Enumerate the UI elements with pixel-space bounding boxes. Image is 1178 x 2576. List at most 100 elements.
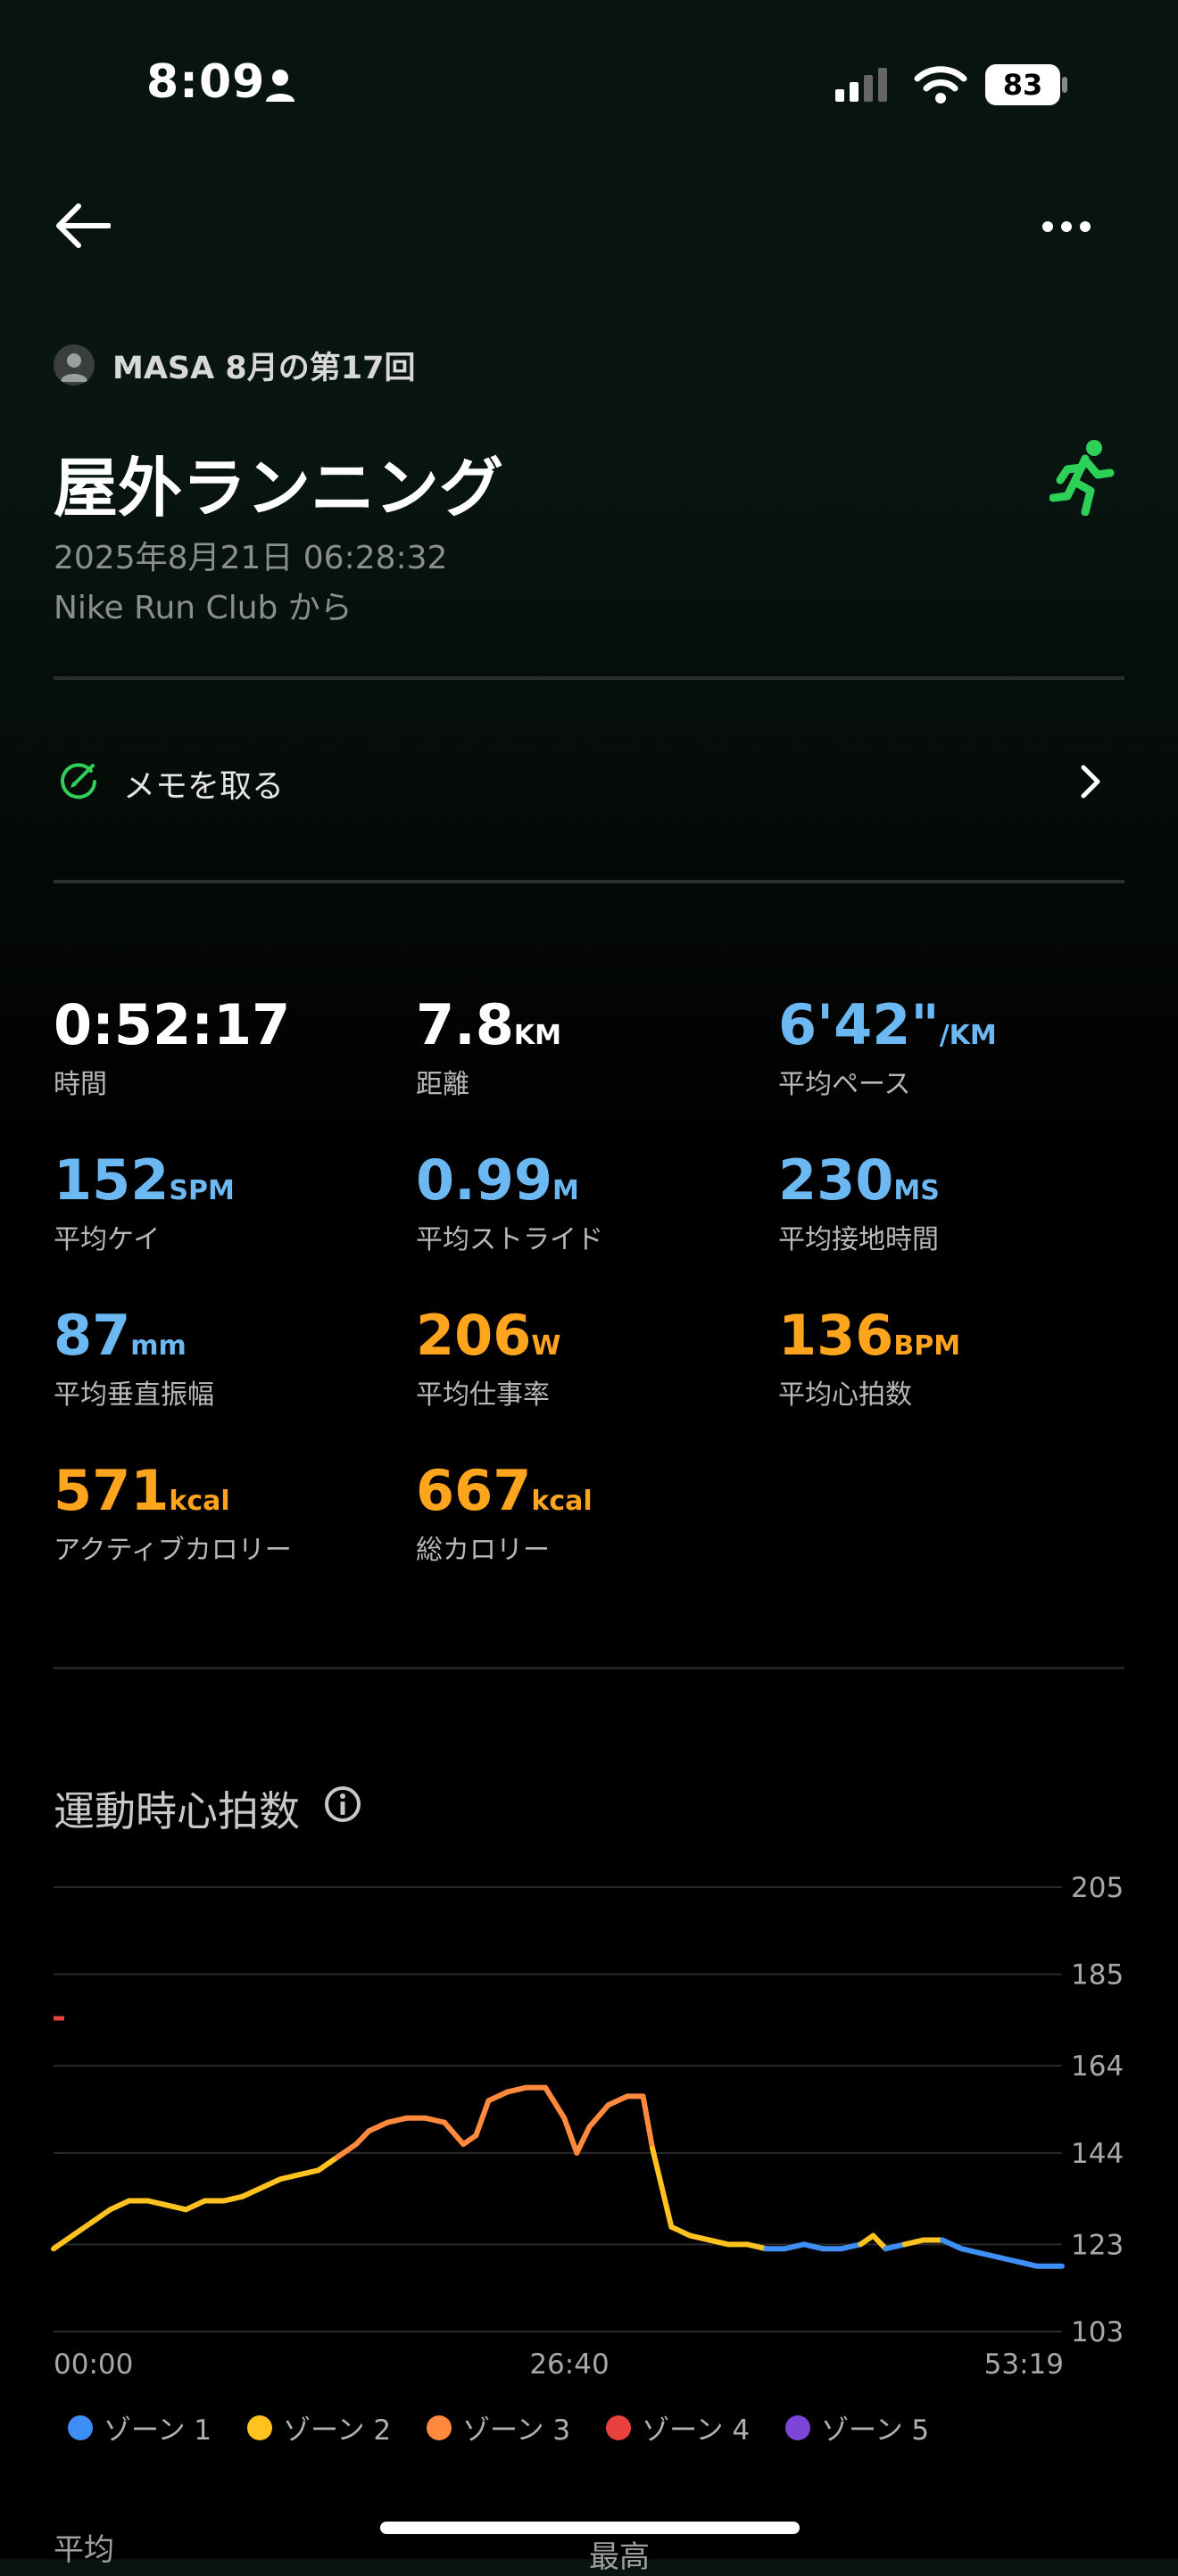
stat-number: 136: [778, 1303, 894, 1368]
stat-item: 667kcal 総カロリー: [416, 1463, 593, 1567]
stat-unit: BPM: [893, 1330, 961, 1362]
stat-unit: MS: [893, 1175, 940, 1206]
y-tick-label: 123: [1071, 2229, 1124, 2261]
divider: [54, 1667, 1124, 1669]
heart-rate-segment: [958, 2246, 983, 2257]
stat-label: 平均ケイ: [54, 1224, 161, 1255]
y-tick-label: 164: [1071, 2050, 1124, 2083]
heart-rate-segment: [504, 2084, 529, 2095]
zone-color-dot: [427, 2414, 452, 2440]
heart-rate-segment: [422, 2115, 448, 2125]
y-tick-label: 144: [1071, 2138, 1124, 2170]
home-indicator[interactable]: [380, 2522, 800, 2534]
stat-value: 230MS: [778, 1153, 940, 1208]
stat-number: 0:52:17: [54, 992, 291, 1057]
heart-rate-segment: [561, 2115, 580, 2156]
stat-value: 0.99M: [416, 1153, 603, 1208]
legend-label: ゾーン 5: [821, 2414, 930, 2447]
heart-rate-segment: [278, 2172, 303, 2183]
heart-rate-segment: [687, 2232, 712, 2243]
stat-value: 571kcal: [54, 1463, 292, 1519]
stat-number: 6'42": [778, 992, 940, 1057]
more-options-icon[interactable]: [1042, 221, 1091, 232]
back-arrow-icon[interactable]: [55, 203, 111, 248]
stat-unit: /KM: [939, 1020, 997, 1051]
legend-label: ゾーン 1: [104, 2414, 212, 2447]
legend-item: ゾーン 5: [785, 2407, 929, 2448]
heart-rate-chart: 205 185 164 144 123 103 00:00 26:40 53:19: [51, 1872, 1124, 2381]
heart-rate-segment: [473, 2098, 492, 2139]
stat-label: 平均仕事率: [416, 1379, 550, 1411]
stat-item: 136BPM 平均心拍数: [778, 1308, 960, 1412]
stat-label: 総カロリー: [416, 1535, 550, 1566]
stat-unit: KM: [513, 1020, 561, 1051]
heart-rate-segment: [485, 2089, 510, 2104]
stat-label: 平均ペース: [778, 1069, 911, 1100]
x-tick-label: 26:40: [529, 2348, 609, 2381]
stat-label: 平均心拍数: [778, 1379, 912, 1411]
legend-item: ゾーン 4: [606, 2407, 750, 2448]
legend-item: ゾーン 3: [427, 2407, 570, 2448]
y-tick-label: 185: [1071, 1959, 1124, 1992]
heart-rate-segment: [366, 2119, 391, 2134]
stat-item: 206W 平均仕事率: [416, 1308, 561, 1412]
battery-icon: 83: [985, 64, 1067, 105]
stat-item: 87mm 平均垂直振幅: [54, 1308, 214, 1412]
heart-rate-segment: [88, 2207, 113, 2225]
stat-value: 206W: [416, 1308, 561, 1363]
heart-rate-segment: [543, 2084, 568, 2121]
legend-label: ゾーン 3: [462, 2414, 571, 2447]
stat-number: 87: [54, 1303, 131, 1368]
stat-label: 平均接地時間: [778, 1224, 939, 1255]
avatar: [54, 344, 95, 385]
zone-color-dot: [247, 2414, 273, 2440]
stat-label: 時間: [54, 1069, 107, 1100]
zone-color-dot: [785, 2414, 811, 2440]
zone-color-dot: [606, 2414, 632, 2440]
stat-unit: mm: [130, 1330, 187, 1362]
y-tick-label: 103: [1071, 2316, 1124, 2348]
heart-rate-segment: [353, 2128, 372, 2148]
zone-legend: ゾーン 1 ゾーン 2 ゾーン 3 ゾーン 4 ゾーン 5: [68, 2407, 965, 2448]
heart-rate-segment: [650, 2145, 675, 2230]
stat-value: 136BPM: [778, 1308, 960, 1363]
y-tick-label: 205: [1071, 1872, 1124, 1904]
stat-number: 230: [778, 1147, 894, 1213]
stat-value: 667kcal: [416, 1463, 593, 1519]
info-icon[interactable]: [323, 1785, 362, 1824]
stat-number: 571: [54, 1458, 170, 1523]
stat-number: 7.8: [416, 992, 514, 1057]
stat-item: 6'42"/KM 平均ペース: [778, 998, 997, 1101]
heart-rate-segment: [586, 2102, 611, 2130]
workout-source: Nike Run Club から: [54, 590, 353, 626]
zone-4-marker: [54, 2016, 64, 2021]
heart-rate-segment: [51, 2232, 76, 2252]
heart-rate-segment: [315, 2154, 340, 2174]
stat-value: 0:52:17: [54, 998, 290, 1053]
divider: [54, 676, 1124, 680]
heart-rate-segment: [239, 2184, 265, 2199]
chevron-right-icon[interactable]: [1080, 764, 1101, 799]
person-icon: [266, 70, 294, 102]
heart-rate-segment: [183, 2198, 208, 2213]
stat-number: 667: [416, 1458, 532, 1523]
heart-rate-segment: [996, 2255, 1021, 2265]
stat-number: 0.99: [416, 1147, 552, 1213]
heart-rate-segment: [605, 2093, 630, 2108]
stat-value: 7.8KM: [416, 998, 561, 1053]
battery-level: 83: [1002, 68, 1043, 102]
cellular-signal-icon: [835, 68, 887, 102]
heart-rate-segment: [259, 2176, 284, 2191]
workout-owner: MASA 8月の第17回: [112, 351, 416, 386]
memo-label[interactable]: メモを取る: [123, 760, 284, 807]
stat-number: 206: [416, 1303, 532, 1368]
stat-unit: M: [552, 1175, 579, 1206]
stat-label: 平均ストライド: [416, 1224, 603, 1255]
x-tick-label: 00:00: [54, 2348, 133, 2381]
heart-rate-segment: [442, 2119, 467, 2148]
heart-rate-segment: [668, 2224, 693, 2239]
heart-rate-segment: [296, 2167, 321, 2178]
workout-date: 2025年8月21日 06:28:32: [54, 540, 448, 576]
stat-unit: SPM: [169, 1175, 235, 1206]
stat-item: 571kcal アクティブカロリー: [54, 1463, 292, 1567]
